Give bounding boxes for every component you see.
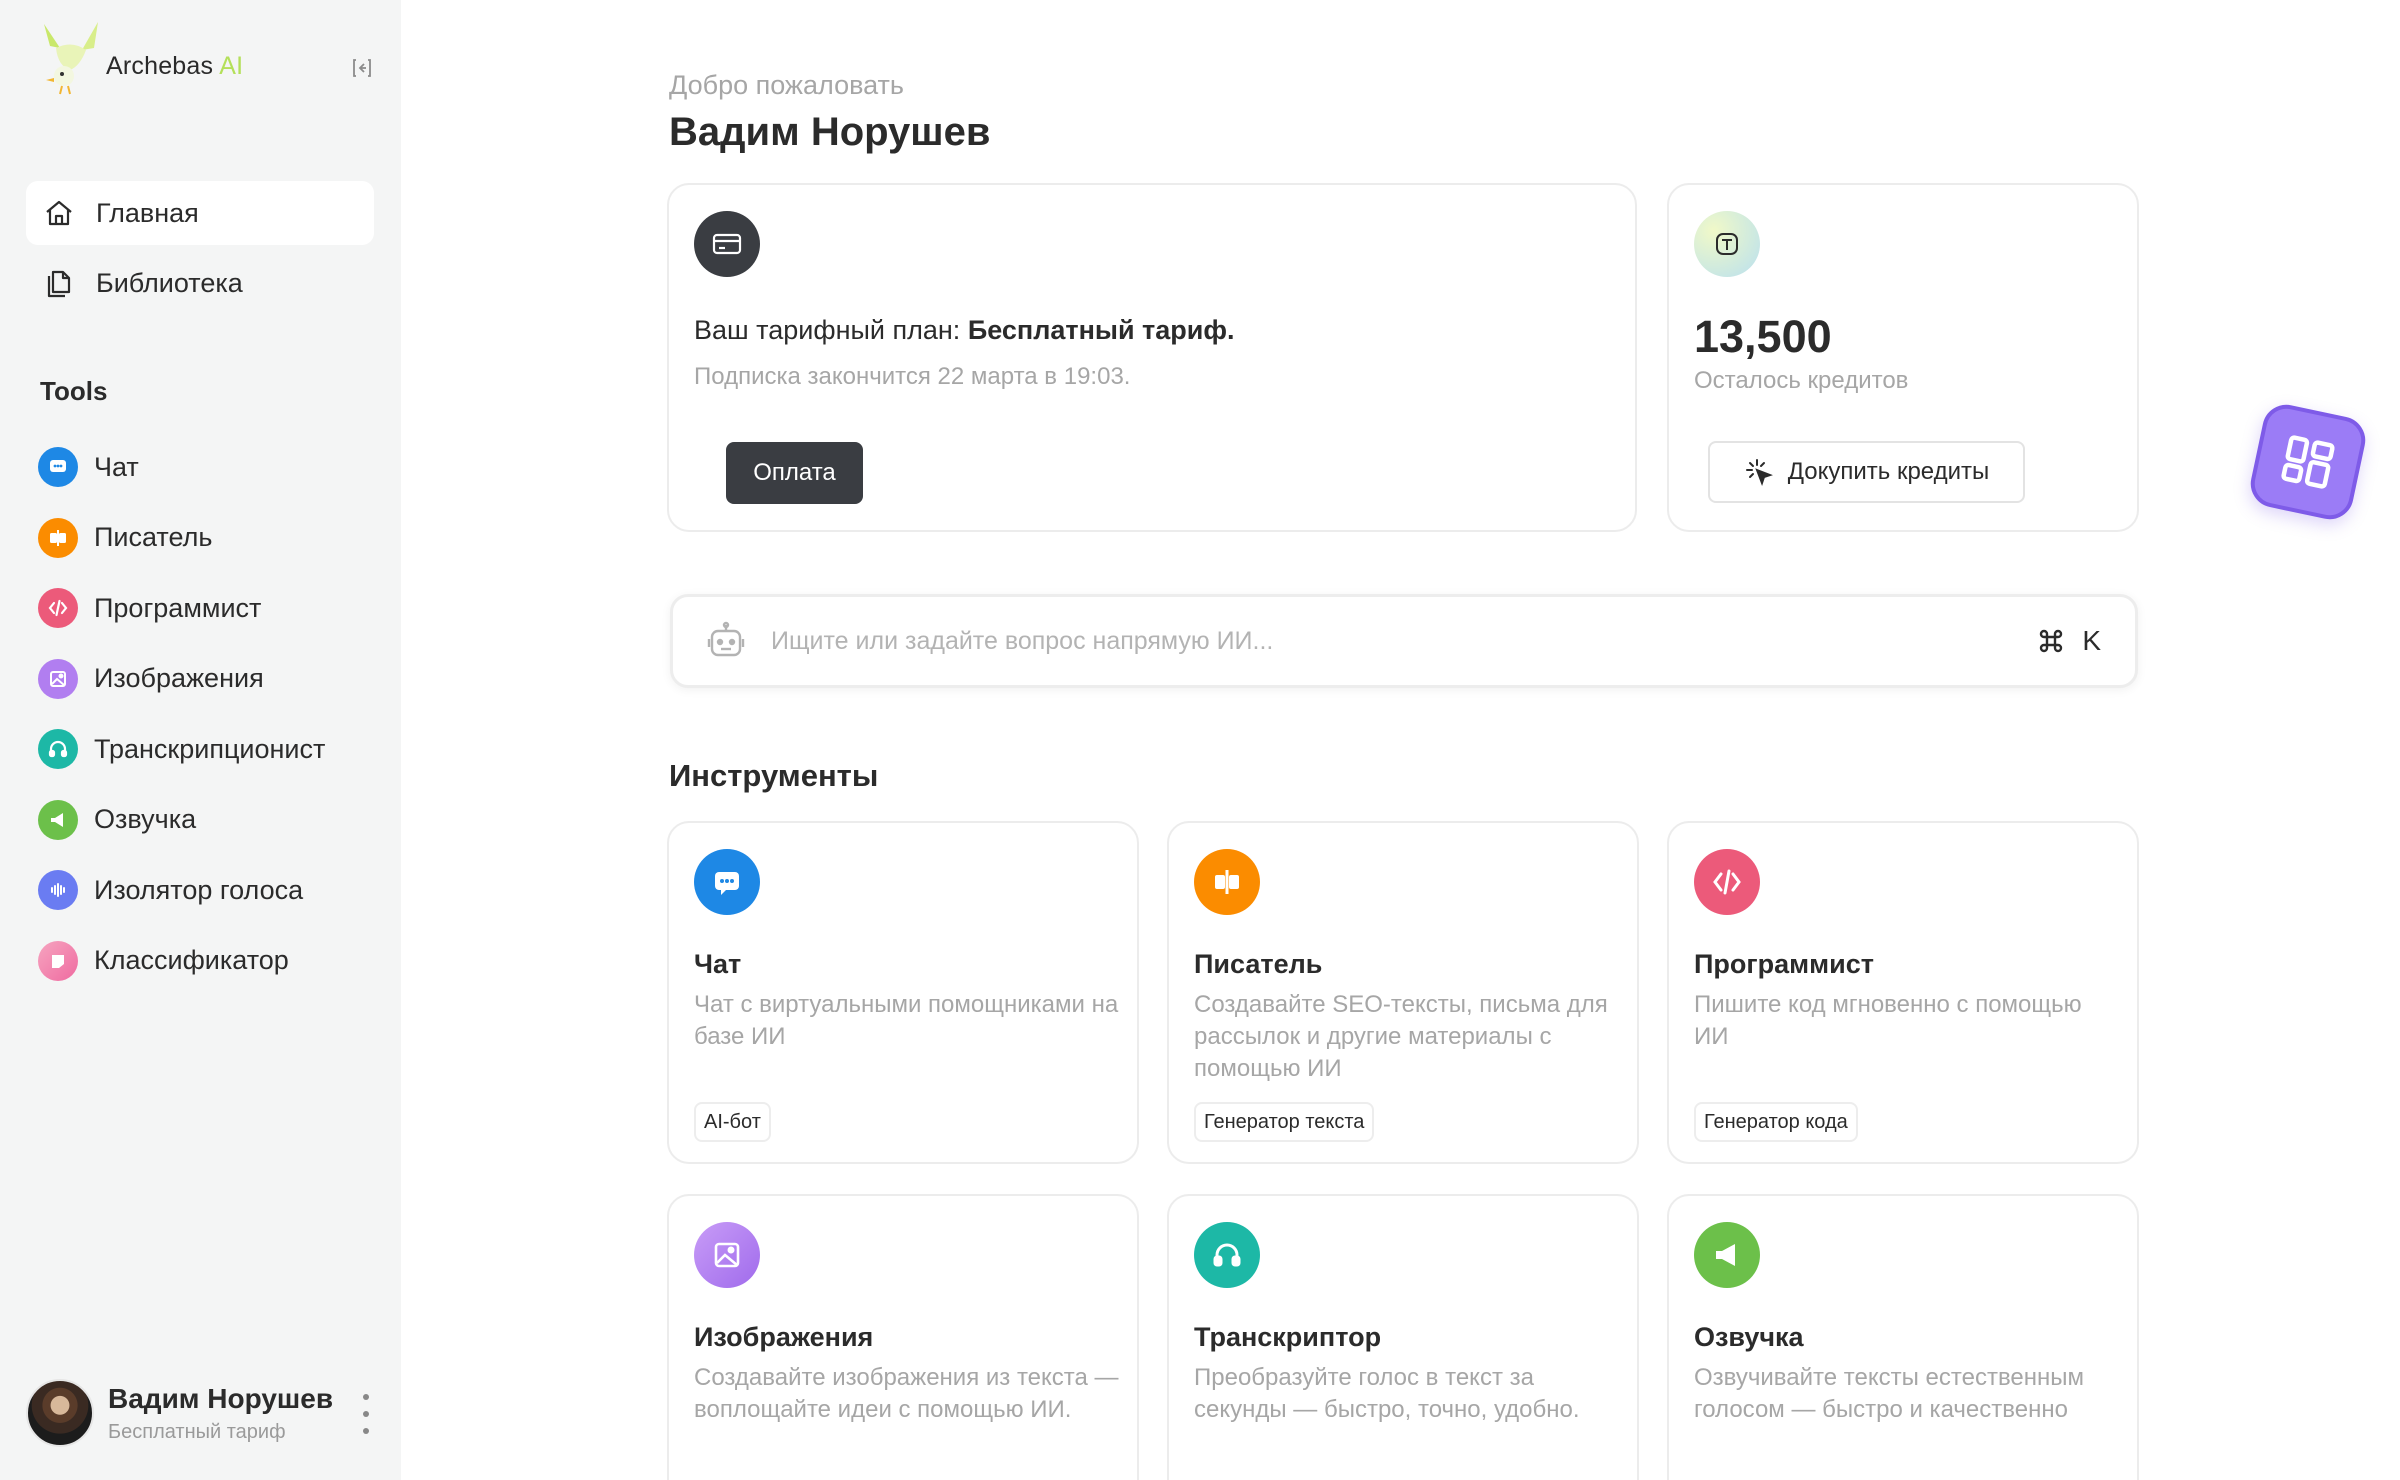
- sparkle-click-icon: [1745, 459, 1773, 486]
- headphones-icon: [38, 729, 78, 770]
- code-icon: [38, 588, 78, 629]
- user-name: Вадим Норушев: [108, 1382, 334, 1414]
- sidebar-item-classifier[interactable]: Классификатор: [38, 926, 378, 997]
- chat-icon: [694, 849, 760, 915]
- credits-card: 13,500 Осталось кредитов Докупить кредит…: [1667, 183, 2139, 532]
- sidebar-item-label: Озвучка: [94, 804, 197, 835]
- sidebar-item-label: Транскрипционист: [94, 733, 326, 764]
- writer-icon: [38, 517, 78, 558]
- nav-item-home[interactable]: Главная: [26, 181, 374, 245]
- pay-button[interactable]: Оплата: [726, 442, 863, 504]
- tool-card-voiceover[interactable]: Озвучка Озвучивайте тексты естественным …: [1667, 1194, 2139, 1480]
- sidebar-item-label: Программист: [94, 592, 262, 623]
- keyboard-shortcut: K: [2036, 625, 2101, 657]
- tool-card-description: Преобразуйте голос в текст за секунды — …: [1194, 1364, 1580, 1423]
- token-icon: [1694, 211, 1760, 277]
- sidebar-item-chat[interactable]: Чат: [38, 432, 378, 503]
- user-plan: Бесплатный тариф: [108, 1420, 286, 1443]
- page-title: Вадим Норушев: [669, 110, 991, 154]
- sidebar-item-label: Писатель: [94, 522, 213, 553]
- library-icon: [42, 266, 76, 300]
- apps-widget-icon[interactable]: [2246, 400, 2370, 524]
- tools-heading: Tools: [40, 376, 108, 406]
- collapse-sidebar-icon[interactable]: [350, 56, 374, 80]
- credit-card-icon: [694, 211, 760, 277]
- headphones-icon: [1194, 1222, 1260, 1288]
- ai-search-bar[interactable]: K: [670, 594, 2138, 688]
- logo[interactable]: Archebas AI: [36, 18, 276, 96]
- sidebar-item-label: Изолятор голоса: [94, 874, 304, 905]
- logo-text: Archebas AI: [106, 52, 244, 80]
- sidebar-item-label: Чат: [94, 451, 139, 482]
- tool-card-transcriber[interactable]: Транскриптор Преобразуйте голос в текст …: [1167, 1194, 1639, 1480]
- image-icon: [38, 658, 78, 699]
- tool-card-description: Озвучивайте тексты естественным голосом …: [1694, 1364, 2085, 1423]
- sidebar-item-programmer[interactable]: Программист: [38, 573, 378, 644]
- waveform-icon: [38, 870, 78, 911]
- sidebar-item-label: Классификатор: [94, 945, 289, 976]
- tool-card-writer[interactable]: Писатель Создавайте SEO-тексты, письма д…: [1167, 821, 1639, 1164]
- bird-logo-icon: [44, 22, 98, 95]
- robot-icon: [705, 620, 747, 662]
- nav-item-label: Главная: [96, 197, 199, 228]
- tool-card-title: Транскриптор: [1194, 1322, 1382, 1352]
- sidebar-item-voiceover[interactable]: Озвучка: [38, 785, 378, 856]
- shortcut-key: K: [2082, 625, 2101, 656]
- sidebar: Archebas AI Главная Библиотека Tools Чат…: [0, 0, 401, 1480]
- tool-card-title: Программист: [1694, 949, 1874, 979]
- tool-card-description: Создавайте изображения из текста — вопло…: [694, 1364, 1119, 1423]
- sidebar-item-voice-isolator[interactable]: Изолятор голоса: [38, 855, 378, 926]
- credits-value: 13,500: [1694, 311, 1832, 362]
- home-icon: [42, 196, 76, 230]
- more-vertical-icon[interactable]: [356, 1394, 376, 1434]
- plan-text: Ваш тарифный план: Бесплатный тариф.: [694, 315, 1235, 345]
- classifier-icon: [38, 940, 78, 981]
- sidebar-item-writer[interactable]: Писатель: [38, 503, 378, 574]
- tool-card-description: Создавайте SEO-тексты, письма для рассыл…: [1194, 991, 1608, 1082]
- writer-icon: [1194, 849, 1260, 915]
- chat-icon: [38, 447, 78, 488]
- code-icon: [1694, 849, 1760, 915]
- megaphone-icon: [38, 799, 78, 840]
- search-input[interactable]: [771, 626, 2037, 656]
- main-nav: Главная Библиотека: [26, 181, 374, 321]
- image-icon: [694, 1222, 760, 1288]
- plan-expire-text: Подписка закончится 22 марта в 19:03.: [694, 363, 1131, 390]
- buy-credits-label: Докупить кредиты: [1787, 458, 1990, 485]
- tool-card-programmer[interactable]: Программист Пишите код мгновенно с помощ…: [1667, 821, 2139, 1164]
- tool-card-images[interactable]: Изображения Создавайте изображения из те…: [667, 1194, 1139, 1480]
- tool-card-title: Изображения: [694, 1322, 874, 1352]
- tool-card-title: Писатель: [1194, 949, 1323, 979]
- tool-card-description: Пишите код мгновенно с помощью ИИ: [1694, 991, 2082, 1050]
- command-key-icon: [2040, 629, 2063, 653]
- nav-item-label: Библиотека: [96, 267, 243, 298]
- sidebar-item-images[interactable]: Изображения: [38, 644, 378, 715]
- plan-card: Ваш тарифный план: Бесплатный тариф. Под…: [667, 183, 1637, 532]
- credits-label: Осталось кредитов: [1694, 367, 1909, 394]
- tools-section-title: Инструменты: [669, 758, 879, 793]
- tool-card-title: Чат: [694, 949, 742, 979]
- tool-tag: Генератор кода: [1694, 1102, 1858, 1142]
- tool-card-description: Чат с виртуальными помощниками на базе И…: [694, 991, 1119, 1050]
- buy-credits-button[interactable]: Докупить кредиты: [1708, 441, 2025, 503]
- avatar: [26, 1379, 94, 1447]
- tool-tag: AI-бот: [694, 1102, 771, 1142]
- user-profile[interactable]: Вадим Норушев Бесплатный тариф: [26, 1378, 376, 1448]
- tool-card-chat[interactable]: Чат Чат с виртуальными помощниками на ба…: [667, 821, 1139, 1164]
- sidebar-item-transcriber[interactable]: Транскрипционист: [38, 714, 378, 785]
- nav-item-library[interactable]: Библиотека: [26, 251, 374, 315]
- tool-tag: Генератор текста: [1194, 1102, 1375, 1142]
- welcome-subtitle: Добро пожаловать: [669, 70, 904, 100]
- user-info: Вадим Норушев Бесплатный тариф: [108, 1383, 333, 1444]
- megaphone-icon: [1694, 1222, 1760, 1288]
- tools-list: Чат Писатель Программист Изображения Тра…: [38, 432, 378, 996]
- sidebar-item-label: Изображения: [94, 663, 264, 694]
- tool-card-title: Озвучка: [1694, 1322, 1804, 1352]
